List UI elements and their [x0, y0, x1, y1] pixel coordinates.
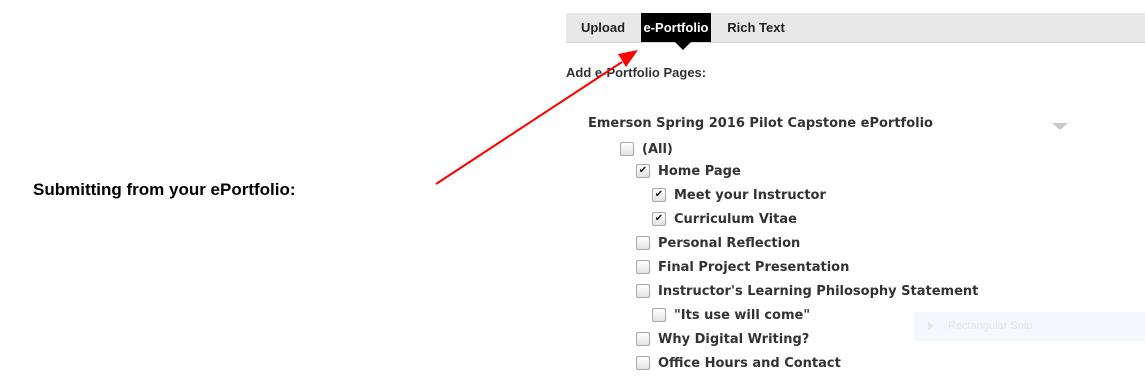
annotation-arrow-line	[435, 61, 623, 185]
annotation-arrow-icon	[435, 50, 638, 185]
annotation-arrow-head	[618, 50, 638, 67]
